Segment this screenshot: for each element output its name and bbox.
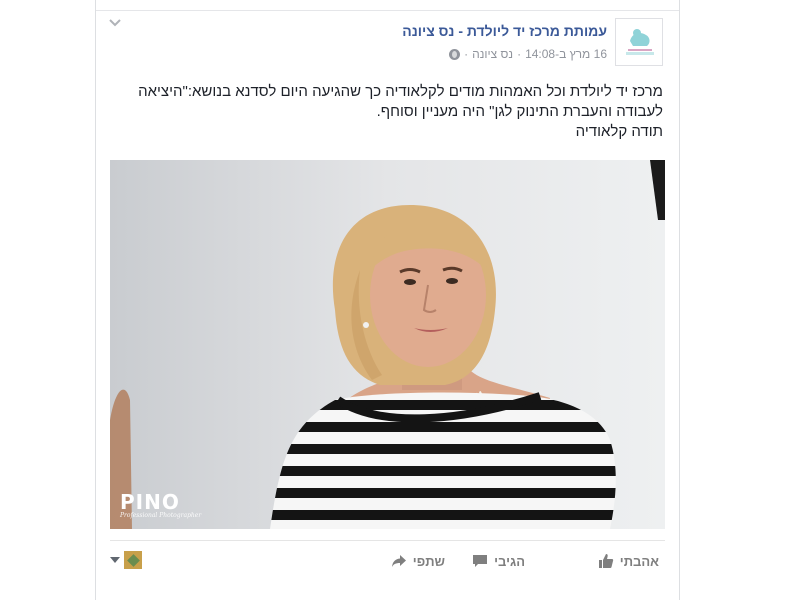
- post-actions-bar: אהבתי הגיבי שתפי: [110, 540, 665, 578]
- page-name-link[interactable]: עמותת מרכז יד ליולדת - נס ציונה: [402, 22, 607, 40]
- comment-label: הגיבי: [494, 553, 525, 569]
- post-timestamp[interactable]: 16 מרץ ב-14:08: [525, 46, 607, 62]
- post-header: עמותת מרכז יד ליולדת - נס ציונה 16 מרץ ב…: [402, 18, 663, 68]
- watermark-main-text: PINO: [120, 490, 180, 514]
- post-text-line: מרכז יד ליולדת וכל האמהות מודים לקלאודיה…: [138, 83, 663, 100]
- meta-separator: ·: [517, 47, 522, 61]
- comment-icon: [472, 553, 488, 569]
- share-arrow-icon: [391, 553, 407, 569]
- photo-watermark: PINO Professional Photographer: [120, 490, 201, 519]
- thumbs-up-icon: [598, 553, 614, 569]
- post-text: מרכז יד ליולדת וכל האמהות מודים לקלאודיה…: [118, 82, 663, 142]
- post-meta-line: 16 מרץ ב-14:08 · נס ציונה ·: [402, 46, 607, 62]
- avatar[interactable]: [124, 551, 142, 569]
- post-photo[interactable]: PINO Professional Photographer: [110, 160, 665, 529]
- viewer-selector[interactable]: [110, 551, 142, 569]
- meta-separator: ·: [464, 47, 469, 61]
- chevron-down-icon[interactable]: [108, 18, 124, 32]
- page-logo[interactable]: [615, 18, 663, 66]
- globe-icon[interactable]: [449, 48, 461, 60]
- post-text-line: תודה קלאודיה: [575, 123, 663, 140]
- caret-down-icon[interactable]: [110, 557, 120, 563]
- watermark-sub-text: Professional Photographer: [120, 512, 202, 519]
- page-meta: עמותת מרכז יד ליולדת - נס ציונה 16 מרץ ב…: [402, 18, 607, 62]
- photo-illustration: [110, 160, 665, 529]
- share-button[interactable]: שתפי: [391, 551, 445, 571]
- comment-button[interactable]: הגיבי: [472, 551, 525, 571]
- page: עמותת מרכז יד ליולדת - נס ציונה 16 מרץ ב…: [0, 0, 800, 600]
- post-location[interactable]: נס ציונה: [472, 46, 513, 62]
- post-card: עמותת מרכז יד ליולדת - נס ציונה 16 מרץ ב…: [95, 0, 680, 600]
- post-text-line: לעבודה והעברת התינוק לגן" היה מעניין וסו…: [376, 103, 663, 120]
- like-button[interactable]: אהבתי: [598, 551, 659, 571]
- share-label: שתפי: [412, 553, 445, 569]
- like-label: אהבתי: [619, 553, 659, 569]
